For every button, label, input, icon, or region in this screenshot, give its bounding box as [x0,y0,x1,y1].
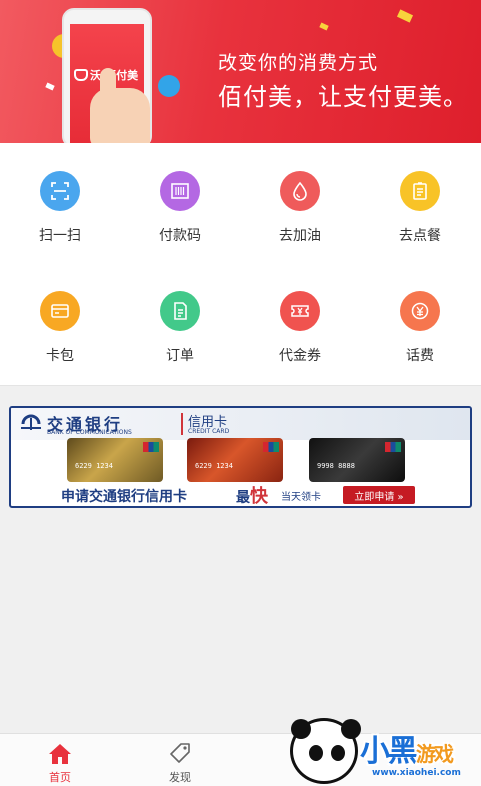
unionpay-icon [263,442,279,452]
bank-logo-icon [21,414,41,430]
grid-item-voucher[interactable]: 代金券 [240,291,360,381]
banner-tagline: 佰付美，让支付更美。 [218,83,468,111]
ad-divider [181,413,183,435]
function-grid: 扫一扫 付款码 去加油 去点餐 卡包 订单 代金券 话费 [0,143,481,386]
barcode-icon [160,171,200,211]
ad-slogan: 申请交通银行信用卡 [61,489,187,505]
grid-item-phone-bill[interactable]: 话费 [360,291,480,381]
apply-now-button[interactable]: 立即申请 » [343,486,415,504]
card-number: 6229 1234 [195,462,233,470]
grid-item-label: 代金券 [279,348,321,364]
card-number: 9998 8888 [317,462,355,470]
tag-icon [170,743,190,763]
confetti-decoration [396,9,414,23]
unionpay-icon [385,442,401,452]
card-number: 6229 1234 [75,462,113,470]
menu-icon [400,171,440,211]
grid-item-orders[interactable]: 订单 [120,291,240,381]
order-icon [160,291,200,331]
tab-discover[interactable]: 发现 [120,734,240,786]
grid-item-label: 卡包 [46,348,74,364]
watermark-text: 小黑游戏 [360,734,454,769]
grid-item-paycode[interactable]: 付款码 [120,171,240,261]
grid-item-card-wallet[interactable]: 卡包 [0,291,120,381]
grid-item-label: 订单 [166,348,194,364]
card-icon [40,291,80,331]
scan-icon [40,171,80,211]
tab-label: 首页 [49,771,71,784]
grid-item-order-food[interactable]: 去点餐 [360,171,480,261]
promo-banner[interactable]: 沃·佰付美 改变你的消费方式 佰付美，让支付更美。 [0,0,481,143]
home-icon [49,744,71,764]
watermark-url: www.xiaohei.com [372,768,461,778]
black-card-image: 9998 8888 [309,438,405,482]
gold-card-image: 6229 1234 [67,438,163,482]
tab-home[interactable]: 首页 [0,734,120,786]
hand-illustration [90,88,150,143]
red-card-image: 6229 1234 [187,438,283,482]
bank-name-en: BANK OF COMMUNICATIONS [47,429,132,436]
credit-card-ad[interactable]: 交通银行 BANK OF COMMUNICATIONS 信用卡 CREDIT C… [9,406,472,508]
confetti-decoration [319,22,329,31]
tab-label: 发现 [169,771,191,784]
drop-icon [280,171,320,211]
confetti-decoration [45,82,55,91]
grid-item-scan[interactable]: 扫一扫 [0,171,120,261]
ad-same-day: 当天领卡 [281,492,321,503]
blue-ball-decoration [158,75,180,97]
grid-item-label: 去点餐 [399,228,441,244]
voucher-icon [280,291,320,331]
yen-icon [400,291,440,331]
grid-item-refuel[interactable]: 去加油 [240,171,360,261]
credit-card-title-en: CREDIT CARD [188,428,230,435]
grid-item-label: 付款码 [159,228,201,244]
grid-item-label: 去加油 [279,228,321,244]
panda-logo-icon [290,718,361,784]
site-watermark: 小黑游戏 www.xiaohei.com [290,718,481,786]
unionpay-icon [143,442,159,452]
ad-fast-label: 最快 [236,486,268,507]
grid-item-label: 话费 [406,348,434,364]
banner-headline: 改变你的消费方式 [218,52,379,74]
grid-item-label: 扫一扫 [39,228,81,244]
